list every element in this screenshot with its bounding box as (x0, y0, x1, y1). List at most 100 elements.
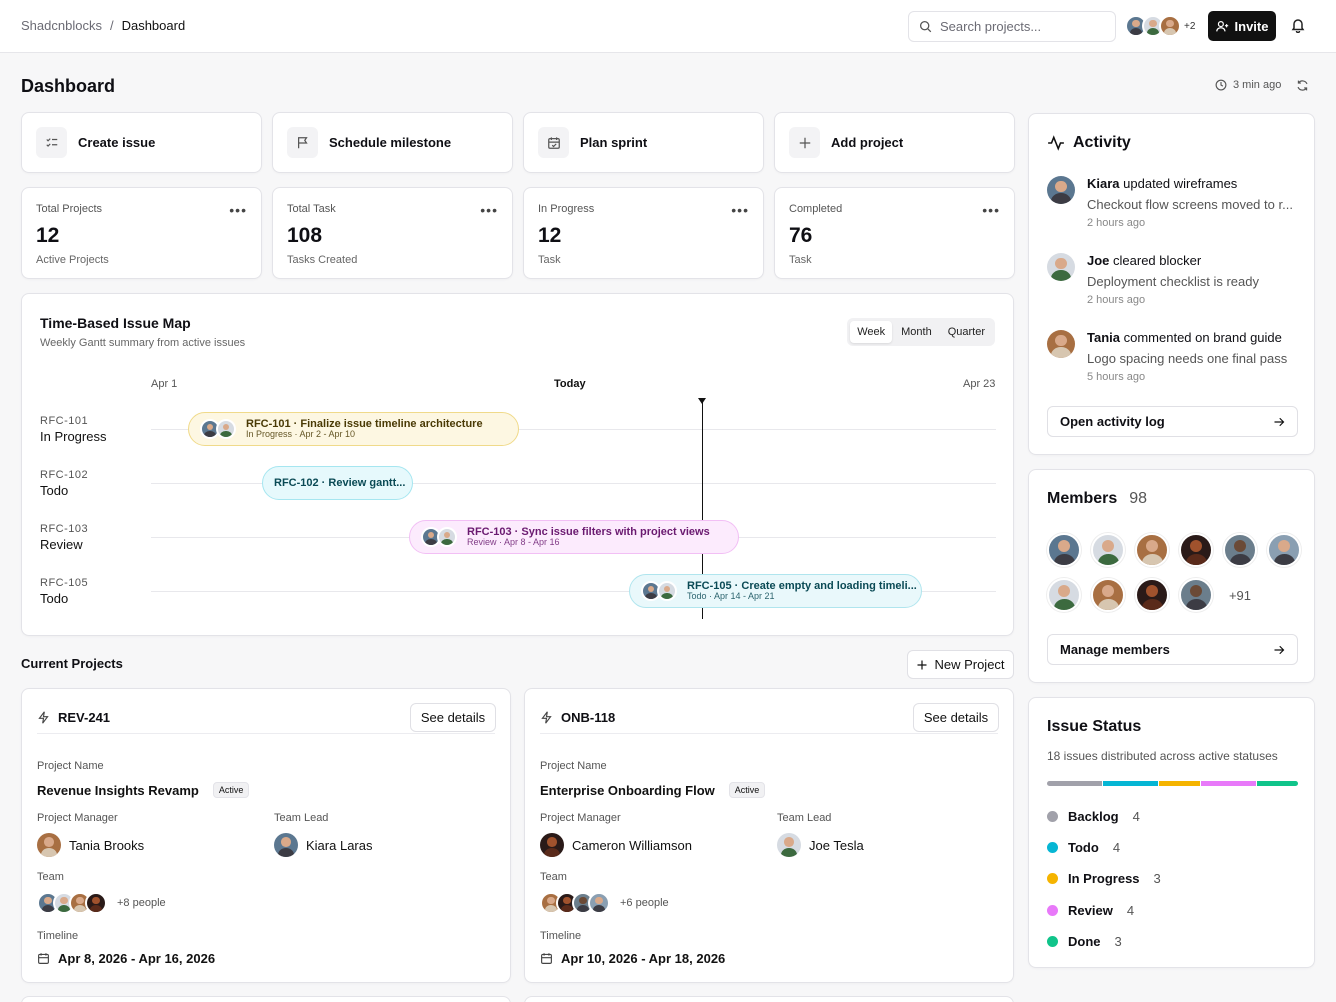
stat-value: 108 (287, 224, 323, 247)
member-avatar[interactable] (1047, 578, 1081, 612)
arrow-right-icon (1274, 417, 1285, 426)
field-label: Project Name (37, 760, 104, 772)
more-options-icon[interactable]: ••• (731, 202, 749, 218)
collaborator-avatars[interactable]: +2 (1125, 15, 1195, 37)
status-label: In Progress (1068, 871, 1140, 886)
gantt-bar-rfc-105[interactable]: RFC-105 · Create empty and loading timel… (629, 574, 922, 608)
axis-today: Today (554, 378, 586, 390)
field-label: Team Lead (777, 812, 832, 824)
pulse-icon (1048, 135, 1064, 151)
quick-action-label: Plan sprint (580, 135, 648, 150)
member-avatar[interactable] (1135, 533, 1169, 567)
search-box[interactable] (908, 11, 1116, 42)
clock-icon (1215, 79, 1227, 91)
project-id-text: ONB-118 (561, 710, 616, 725)
bar-text: RFC-102 · Review gantt... (274, 477, 405, 489)
activity-line: Kiara updated wireframes (1087, 176, 1297, 191)
stat-value: 12 (538, 224, 562, 247)
member-avatar[interactable] (1091, 578, 1125, 612)
status-dot (1047, 873, 1058, 884)
member-avatar[interactable] (1179, 533, 1213, 567)
quick-action-add-project[interactable]: Add project (774, 112, 1015, 173)
issue-map-subtitle: Weekly Gantt summary from active issues (40, 337, 246, 349)
notifications-button[interactable] (1290, 17, 1306, 36)
gantt-bar-rfc-103[interactable]: RFC-103 · Sync issue filters with projec… (409, 520, 739, 554)
gantt-bar-rfc-102[interactable]: RFC-102 · Review gantt... (262, 466, 413, 500)
range-week[interactable]: Week (850, 321, 893, 343)
status-label: Todo (1068, 840, 1099, 855)
activity-action: commented on brand guide (1120, 330, 1282, 345)
stat-value: 76 (789, 224, 813, 247)
avatar (37, 833, 61, 857)
activity-detail: Logo spacing needs one final pass (1087, 351, 1288, 366)
more-options-icon[interactable]: ••• (229, 202, 247, 218)
project-id-text: REV-241 (58, 710, 111, 725)
activity-item[interactable]: Kiara updated wireframes Checkout flow s… (1047, 176, 1302, 229)
status-count: 3 (1153, 871, 1161, 886)
status-label: Backlog (1068, 809, 1119, 824)
see-details-button[interactable]: See details (410, 703, 496, 732)
stat-sub: Task (789, 254, 812, 266)
activity-actor: Kiara (1087, 176, 1120, 191)
project-card-partial (21, 996, 511, 1002)
refresh-button[interactable] (1296, 79, 1309, 95)
member-avatar[interactable] (1267, 533, 1301, 567)
gantt-bar-rfc-101[interactable]: RFC-101 · Finalize issue timeline archit… (188, 412, 519, 446)
activity-time: 2 hours ago (1087, 294, 1146, 306)
status-item-in-progress: In Progress 3 (1047, 871, 1161, 886)
avatar (588, 892, 610, 914)
open-activity-log-button[interactable]: Open activity log (1047, 406, 1298, 437)
issue-status-title: Issue Status (1047, 718, 1142, 735)
bar-text: RFC-105 · Create empty and loading timel… (687, 580, 917, 602)
project-manager-name: Tania Brooks (69, 837, 145, 853)
plus-icon (917, 660, 927, 669)
row-status: Todo (40, 591, 69, 606)
row-id: RFC-105 (40, 577, 89, 589)
bar-meta: Review · Apr 8 - Apr 16 (467, 537, 560, 548)
more-options-icon[interactable]: ••• (982, 202, 1000, 218)
member-avatar[interactable] (1047, 533, 1081, 567)
team-avatars[interactable]: +6 people (540, 892, 669, 914)
project-manager: Tania Brooks (37, 833, 144, 857)
bar-meta: Todo · Apr 14 - Apr 21 (687, 591, 775, 602)
stat-card-completed: Completed ••• 76 Task (774, 187, 1015, 279)
status-bar-segment (1047, 781, 1102, 786)
range-month[interactable]: Month (894, 321, 939, 343)
member-avatar[interactable] (1179, 578, 1213, 612)
manage-members-button[interactable]: Manage members (1047, 634, 1298, 665)
stat-sub: Tasks Created (287, 254, 358, 266)
members-more-count[interactable]: +91 (1223, 578, 1257, 612)
status-count: 3 (1114, 934, 1122, 949)
range-quarter[interactable]: Quarter (941, 321, 992, 343)
activity-item[interactable]: Tania commented on brand guide Logo spac… (1047, 330, 1302, 383)
new-project-button[interactable]: New Project (907, 650, 1014, 679)
project-manager: Cameron Williamson (540, 833, 692, 857)
field-label: Timeline (540, 930, 582, 942)
more-options-icon[interactable]: ••• (480, 202, 498, 218)
divider (540, 733, 998, 734)
activity-item[interactable]: Joe cleared blocker Deployment checklist… (1047, 253, 1302, 306)
stat-card-in-progress: In Progress ••• 12 Task (523, 187, 764, 279)
invite-button[interactable]: Invite (1208, 11, 1276, 41)
status-bar-segment (1200, 781, 1256, 786)
search-input[interactable] (940, 19, 1100, 34)
quick-action-plan-sprint[interactable]: Plan sprint (523, 112, 764, 173)
quick-action-icon-wrap (538, 127, 569, 158)
field-label: Team Lead (274, 812, 329, 824)
quick-action-create-issue[interactable]: Create issue (21, 112, 262, 173)
member-avatar[interactable] (1091, 533, 1125, 567)
activity-actor: Tania (1087, 330, 1120, 345)
avatar (1047, 176, 1075, 204)
status-item-done: Done 3 (1047, 934, 1122, 949)
breadcrumb-root[interactable]: Shadcnblocks (21, 18, 102, 33)
activity-action: cleared blocker (1109, 253, 1202, 268)
project-card-rev-241: REV-241 See details Project Name Revenue… (21, 688, 511, 983)
avatar (437, 527, 457, 547)
avatar (1047, 330, 1075, 358)
quick-action-schedule-milestone[interactable]: Schedule milestone (272, 112, 513, 173)
member-avatar[interactable] (1223, 533, 1257, 567)
issue-status-subtitle: 18 issues distributed across active stat… (1047, 749, 1278, 763)
see-details-button[interactable]: See details (913, 703, 999, 732)
member-avatar[interactable] (1135, 578, 1169, 612)
team-avatars[interactable]: +8 people (37, 892, 166, 914)
